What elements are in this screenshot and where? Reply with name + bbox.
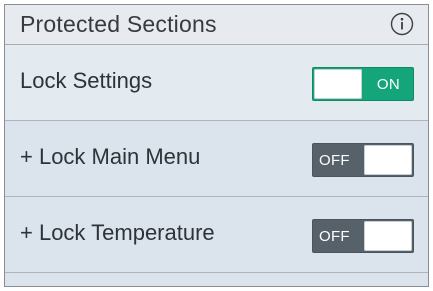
row-label: + Lock Temperature	[20, 220, 215, 245]
row-label: Lock Settings	[20, 68, 153, 93]
lock-main-menu-toggle[interactable]: OFF	[312, 143, 414, 177]
toggle-state-label: OFF	[319, 152, 350, 169]
lock-settings-toggle[interactable]: ON	[312, 67, 414, 101]
lock-temperature-toggle[interactable]: OFF	[312, 219, 414, 253]
toggle-state-label: ON	[376, 76, 400, 93]
row-label: + Lock Main Menu	[20, 144, 201, 169]
row-lock-temperature: + Lock Temperature OFF	[5, 197, 428, 273]
panel-title: Protected Sections	[20, 11, 217, 37]
toggle-state-label: OFF	[319, 228, 350, 245]
toggle-knob	[364, 221, 412, 251]
toggle-knob	[364, 145, 412, 175]
toggle-knob	[314, 69, 362, 99]
row-lock-main-menu: + Lock Main Menu OFF	[5, 121, 428, 197]
row-lock-settings: Lock Settings ON	[5, 45, 428, 121]
info-icon[interactable]	[390, 12, 414, 36]
panel-header: Protected Sections	[5, 5, 428, 45]
protected-sections-panel: Protected Sections Lock Settings ON + Lo…	[4, 4, 429, 287]
